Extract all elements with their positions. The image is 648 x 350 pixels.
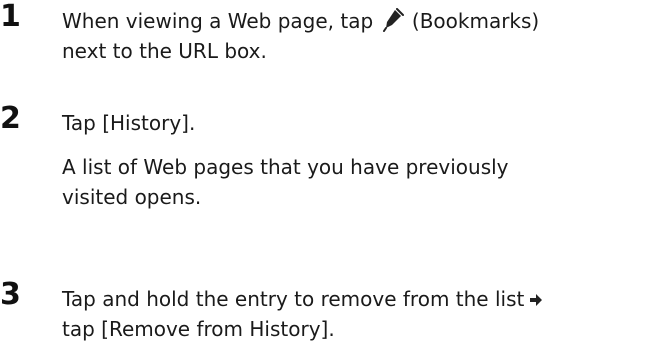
step-line: visited opens. <box>62 185 202 209</box>
bookmarks-icon <box>382 8 404 32</box>
step-line: Tap and hold the entry to remove from th… <box>62 284 648 314</box>
step-text-line1: Tap and hold the entry to remove from th… <box>62 287 525 311</box>
step-number: 3 <box>0 277 21 312</box>
step-line: When viewing a Web page, tap (Bookmarks) <box>62 6 648 36</box>
step-text-before-icon: When viewing a Web page, tap <box>62 9 380 33</box>
step-line: Tap [History]. <box>62 111 196 135</box>
step-text: When viewing a Web page, tap (Bookmarks)… <box>62 6 648 66</box>
arrow-right-icon <box>530 285 543 306</box>
step-number: 2 <box>0 101 21 136</box>
step-line: tap [Remove from History]. <box>62 317 335 341</box>
step-text: Tap and hold the entry to remove from th… <box>62 284 648 344</box>
step-number: 1 <box>0 0 21 34</box>
step-text: Tap [History]. A list of Web pages that … <box>62 108 648 212</box>
step-result: A list of Web pages that you have previo… <box>62 152 648 212</box>
step-line: next to the URL box. <box>62 39 267 63</box>
step-text-after-icon: (Bookmarks) <box>405 9 540 33</box>
step-line: A list of Web pages that you have previo… <box>62 155 509 179</box>
